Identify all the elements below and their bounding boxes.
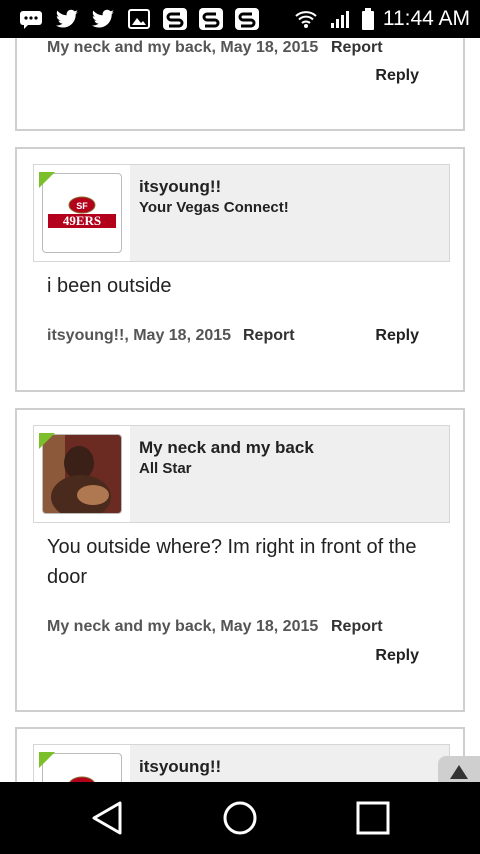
- user-card: SF itsyoung!!: [33, 744, 450, 782]
- wifi-icon: [293, 8, 319, 30]
- reply-button[interactable]: Reply: [375, 647, 419, 665]
- post-meta: My neck and my back, May 18, 2015: [47, 618, 319, 635]
- battery-icon: [361, 8, 375, 30]
- twitter-icon: [54, 8, 80, 30]
- twitter-icon: [90, 8, 116, 30]
- post: SF 49ERS itsyoung!! Your Vegas Connect! …: [15, 147, 465, 392]
- navigation-bar: [0, 782, 480, 854]
- post-meta: itsyoung!!, May 18, 2015: [47, 327, 232, 344]
- user-title: All Star: [139, 460, 192, 477]
- corner-badge: [39, 433, 55, 449]
- username[interactable]: My neck and my back: [139, 438, 314, 458]
- report-link[interactable]: Report: [331, 39, 383, 57]
- triangle-up-icon: [450, 765, 468, 779]
- username[interactable]: itsyoung!!: [139, 177, 221, 197]
- user-card: My neck and my back All Star: [33, 425, 450, 523]
- post: My neck and my back, May 18, 2015 Report…: [15, 38, 465, 131]
- report-link[interactable]: Report: [331, 618, 383, 636]
- s-app-icon: [198, 8, 224, 30]
- s-app-icon: [234, 8, 260, 30]
- post-message: You outside where? Im right in front of …: [47, 536, 417, 588]
- report-link[interactable]: Report: [243, 327, 295, 345]
- thread-content[interactable]: My neck and my back, May 18, 2015 Report…: [0, 38, 480, 782]
- signal-icon: [327, 8, 353, 30]
- username[interactable]: itsyoung!!: [139, 757, 221, 777]
- corner-badge: [39, 172, 55, 188]
- corner-badge: [39, 752, 55, 768]
- home-icon: [223, 801, 257, 835]
- post-meta: My neck and my back, May 18, 2015: [47, 39, 319, 56]
- recents-icon: [356, 801, 390, 835]
- user-card: SF 49ERS itsyoung!! Your Vegas Connect!: [33, 164, 450, 262]
- reply-button[interactable]: Reply: [375, 327, 419, 345]
- post: SF itsyoung!!: [15, 727, 465, 782]
- user-title: Your Vegas Connect!: [139, 199, 289, 216]
- chat-icon: [18, 8, 44, 30]
- svg-text:49ERS: 49ERS: [63, 213, 101, 228]
- reply-button[interactable]: Reply: [375, 67, 419, 85]
- scroll-control: [438, 756, 480, 782]
- post-message: i been outside: [47, 275, 172, 297]
- clock: 11:44 AM: [382, 7, 470, 30]
- svg-text:SF: SF: [76, 201, 88, 211]
- image-icon: [126, 8, 152, 30]
- home-button[interactable]: [210, 788, 270, 848]
- status-bar: 11:44 AM: [0, 0, 480, 38]
- back-icon: [92, 801, 122, 835]
- post: My neck and my back All Star You outside…: [15, 408, 465, 712]
- recents-button[interactable]: [343, 788, 403, 848]
- s-app-icon: [162, 8, 188, 30]
- back-button[interactable]: [77, 788, 137, 848]
- scroll-up-button[interactable]: [438, 756, 480, 782]
